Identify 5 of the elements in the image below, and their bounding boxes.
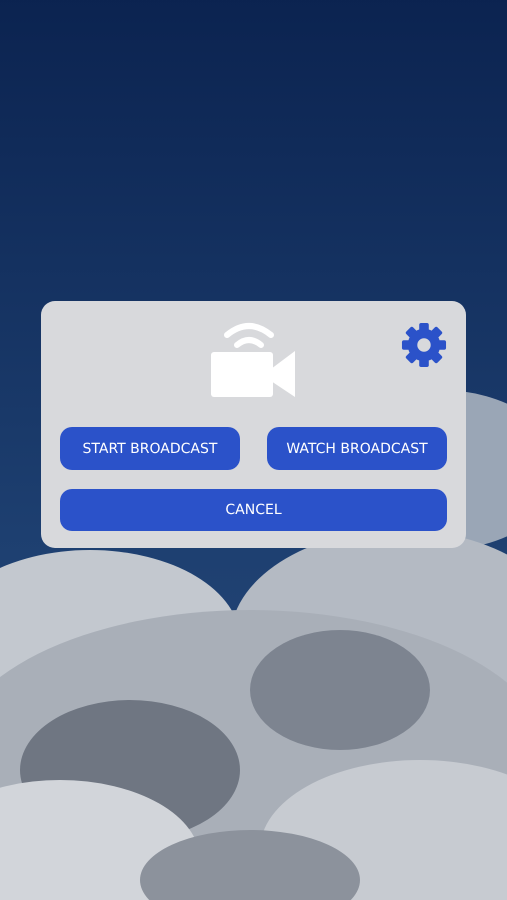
settings-icon[interactable] xyxy=(401,322,447,368)
start-broadcast-button[interactable]: START BROADCAST xyxy=(60,427,240,470)
cancel-button[interactable]: CANCEL xyxy=(60,489,447,531)
video-camera-icon xyxy=(210,321,296,397)
watch-broadcast-button[interactable]: WATCH BROADCAST xyxy=(267,427,447,470)
